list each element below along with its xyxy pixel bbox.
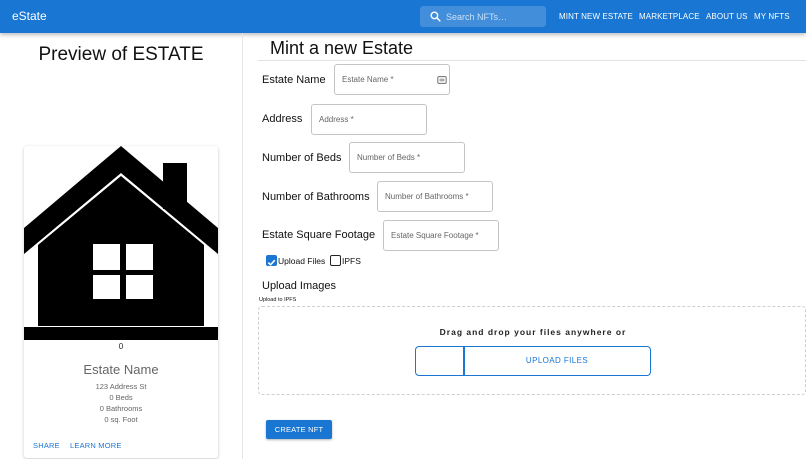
sqft-label: Estate Square Footage (262, 229, 376, 241)
card-estate-name: Estate Name (83, 362, 159, 377)
beds-label: Number of Beds (262, 152, 342, 164)
nav-about-us[interactable]: ABOUT US (706, 12, 748, 21)
upload-images-title: Upload Images (262, 280, 336, 292)
check-icon (267, 259, 276, 266)
bathrooms-label: Number of Bathrooms (262, 191, 370, 203)
panel-divider (242, 33, 243, 459)
autofill-card-icon (437, 76, 447, 84)
bathrooms-input[interactable] (378, 182, 492, 211)
address-field[interactable] (311, 104, 427, 135)
preview-title: Preview of ESTATE (38, 44, 204, 65)
card-bathrooms: 0 Bathrooms (99, 404, 143, 413)
ipfs-label: IPFS (342, 256, 361, 266)
beds-field[interactable] (349, 142, 465, 173)
nav-marketplace[interactable]: MARKETPLACE (639, 12, 700, 21)
upload-files-button[interactable]: UPLOAD FILES (415, 346, 651, 376)
card-sqft: 0 sq. Foot (104, 415, 138, 424)
upload-subtitle: Upload to IPFS (259, 297, 297, 303)
learn-more-button[interactable]: LEARN MORE (70, 441, 122, 450)
sqft-input[interactable] (384, 221, 498, 250)
share-button[interactable]: SHARE (33, 441, 60, 450)
beds-input[interactable] (350, 143, 464, 172)
estate-name-input[interactable] (335, 65, 449, 94)
ipfs-checkbox[interactable] (330, 255, 341, 266)
search-box[interactable] (420, 6, 546, 27)
estate-name-field[interactable] (334, 64, 450, 95)
upload-files-checkbox[interactable] (266, 255, 277, 266)
app-bar: eState MINT NEW ESTATE MARKETPLACE ABOUT… (0, 0, 806, 33)
card-beds: 0 Beds (109, 393, 133, 402)
form-divider (258, 60, 806, 61)
upload-files-button-label: UPLOAD FILES (525, 356, 589, 365)
file-dropzone[interactable]: Drag and drop your files anywhere or UPL… (258, 306, 806, 395)
card-address: 123 Address St (95, 382, 147, 391)
search-input[interactable] (446, 6, 544, 27)
drop-instructions: Drag and drop your files anywhere or (439, 327, 627, 337)
estate-name-label: Estate Name (262, 74, 326, 86)
nav-mint-new-estate[interactable]: MINT NEW ESTATE (559, 12, 633, 21)
form-title: Mint a new Estate (270, 38, 414, 58)
search-icon (430, 11, 441, 22)
brand-title[interactable]: eState (12, 9, 47, 23)
upload-files-label: Upload Files (278, 256, 326, 266)
address-input[interactable] (312, 105, 426, 134)
bathrooms-field[interactable] (377, 181, 493, 212)
nav-my-nfts[interactable]: MY NFTS (754, 12, 790, 21)
house-icon (24, 146, 218, 340)
token-id: 0 (118, 342, 124, 351)
estate-preview-card: 0 Estate Name 123 Address St 0 Beds 0 Ba… (24, 146, 218, 458)
create-nft-button[interactable]: CREATE NFT (266, 420, 332, 439)
sqft-field[interactable] (383, 220, 499, 251)
address-label: Address (262, 113, 303, 125)
